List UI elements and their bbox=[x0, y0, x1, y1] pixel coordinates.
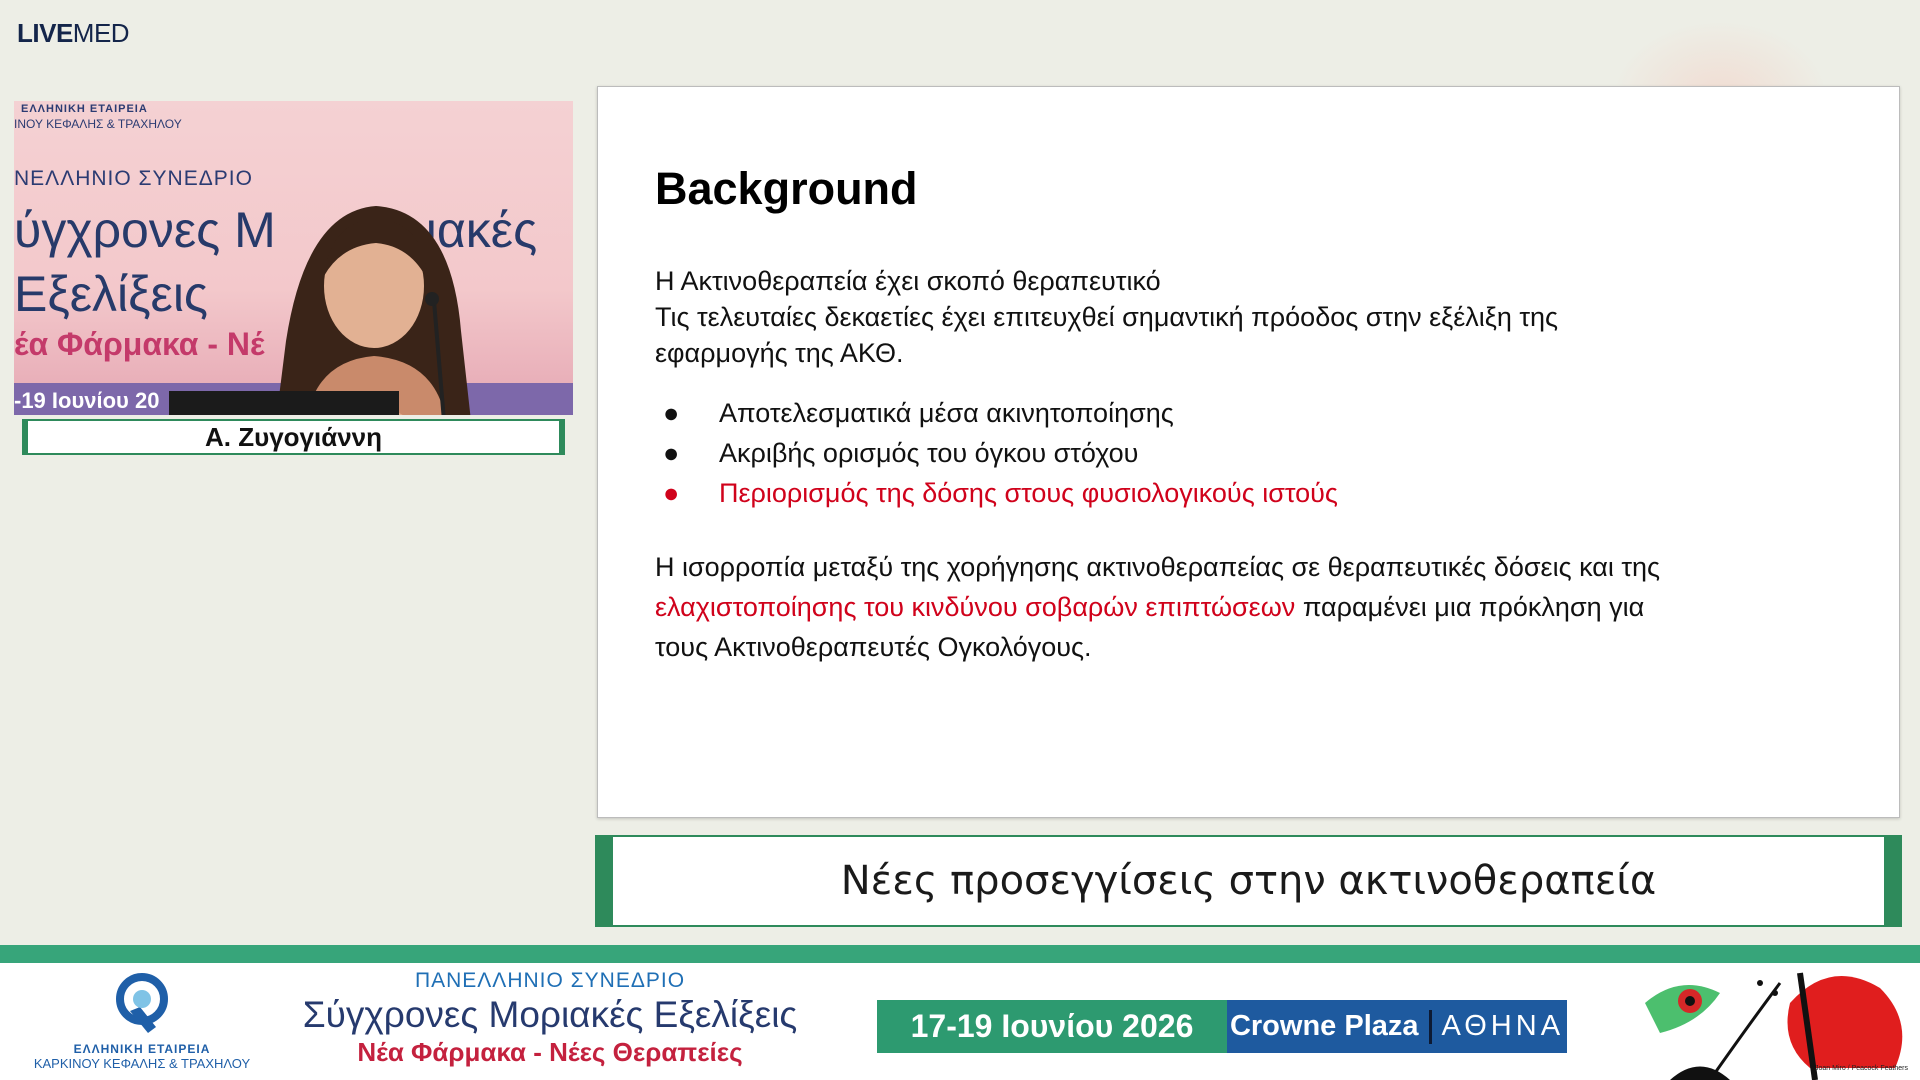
bullet-item: ● Αποτελεσματικά μέσα ακινητοποίησης bbox=[655, 393, 1338, 433]
session-title-bar: Νέες προσεγγίσεις στην ακτινοθεραπεία bbox=[595, 835, 1902, 927]
paragraph-line: Η Ακτινοθεραπεία έχει σκοπό θεραπευτικό bbox=[655, 266, 1161, 296]
conference-footer: ΕΛΛΗΝΙΚΗ ΕΤΑΙΡΕΙΑ ΚΑΡΚΙΝΟΥ ΚΕΦΑΛΗΣ & ΤΡΑ… bbox=[0, 963, 1920, 1080]
backdrop-text: -19 Ιουνίου 20 bbox=[14, 388, 160, 413]
presentation-slide: Background Η Ακτινοθεραπεία έχει σκοπό θ… bbox=[597, 86, 1900, 818]
bullet-item: ● Περιορισμός της δόσης στους φυσιολογικο… bbox=[655, 473, 1338, 513]
paragraph-line: τους Ακτινοθεραπευτές Ογκολόγους. bbox=[655, 632, 1092, 662]
conference-subtitle: Νέα Φάρμακα - Νέες Θεραπείες bbox=[357, 1037, 743, 1067]
society-name: ΕΛΛΗΝΙΚΗ ΕΤΑΙΡΕΙΑ bbox=[73, 1042, 211, 1056]
paragraph-line: Τις τελευταίες δεκαετίες έχει επιτευχθεί… bbox=[655, 302, 1559, 332]
bullet-icon: ● bbox=[663, 478, 680, 508]
slide-title: Background bbox=[655, 163, 918, 214]
bullet-icon: ● bbox=[663, 438, 680, 468]
miro-artwork bbox=[1645, 972, 1903, 1080]
artwork-caption: Joan Miro / Peacock Feathers bbox=[1815, 1065, 1908, 1072]
conference-title-block: ΠΑΝΕΛΛΗΝΙΟ ΣΥΝΕΔΡΙΟ Σύγχρονες Μοριακές Ε… bbox=[300, 969, 800, 1068]
bullet-item: ● Ακριβής ορισμός του όγκου στόχου bbox=[655, 433, 1338, 473]
conference-label: ΠΑΝΕΛΛΗΝΙΟ ΣΥΝΕΔΡΙΟ bbox=[414, 969, 686, 992]
slide-paragraph: Η Ακτινοθεραπεία έχει σκοπό θεραπευτικό … bbox=[655, 263, 1815, 371]
society-name: ΚΑΡΚΙΝΟΥ ΚΕΦΑΛΗΣ & ΤΡΑΧΗΛΟΥ bbox=[33, 1056, 251, 1071]
slide-paragraph: Η ισορροπία μεταξύ της χορήγησης ακτινοθ… bbox=[655, 547, 1815, 667]
conference-title: Σύγχρονες Μοριακές Εξελίξεις bbox=[302, 994, 798, 1035]
lectern bbox=[169, 391, 399, 415]
backdrop-text: Εξελίξεις bbox=[14, 266, 209, 322]
livemed-logo: LIVEMED bbox=[17, 18, 130, 48]
speaker-name-bar: Α. Ζυγογιάννη bbox=[22, 419, 565, 455]
speaker-video: ΕΛΛΗΝΙΚΗ ΕΤΑΙΡΕΙΑ ΙΝΟΥ ΚΕΦΑΛΗΣ & ΤΡΑΧΗΛΟ… bbox=[14, 101, 573, 415]
conference-venue: Crowne Plaza ΑΘΗΝΑ bbox=[1227, 1000, 1567, 1053]
divider bbox=[1428, 1009, 1432, 1044]
speaker-figure bbox=[276, 206, 471, 415]
date-venue-box: 17-19 Ιουνίου 2026 Crowne Plaza ΑΘΗΝΑ bbox=[877, 1000, 1567, 1053]
bullet-list: ● Αποτελεσματικά μέσα ακινητοποίησης ● Ακρ… bbox=[655, 393, 1338, 513]
bullet-icon: ● bbox=[663, 398, 680, 428]
paragraph-line: εφαρμογής της ΑΚΘ. bbox=[655, 338, 904, 368]
backdrop-text: ΕΛΛΗΝΙΚΗ ΕΤΑΙΡΕΙΑ bbox=[21, 103, 148, 115]
footer-stripe bbox=[0, 945, 1920, 963]
paragraph-line: ελαχιστοποίησης του κινδύνου σοβαρών επι… bbox=[655, 592, 1645, 622]
backdrop-text: ΙΝΟΥ ΚΕΦΑΛΗΣ & ΤΡΑΧΗΛΟΥ bbox=[14, 117, 182, 131]
paragraph-line: Η ισορροπία μεταξύ της χορήγησης ακτινοθ… bbox=[655, 552, 1661, 582]
society-logo-block: ΕΛΛΗΝΙΚΗ ΕΤΑΙΡΕΙΑ ΚΑΡΚΙΝΟΥ ΚΕΦΑΛΗΣ & ΤΡΑ… bbox=[14, 971, 270, 1071]
society-logo-icon bbox=[116, 973, 168, 1033]
backdrop-text: ΝΕΛΛΗΝΙΟ ΣΥΝΕΔΡΙΟ bbox=[14, 167, 253, 190]
conference-dates: 17-19 Ιουνίου 2026 bbox=[877, 1000, 1227, 1053]
